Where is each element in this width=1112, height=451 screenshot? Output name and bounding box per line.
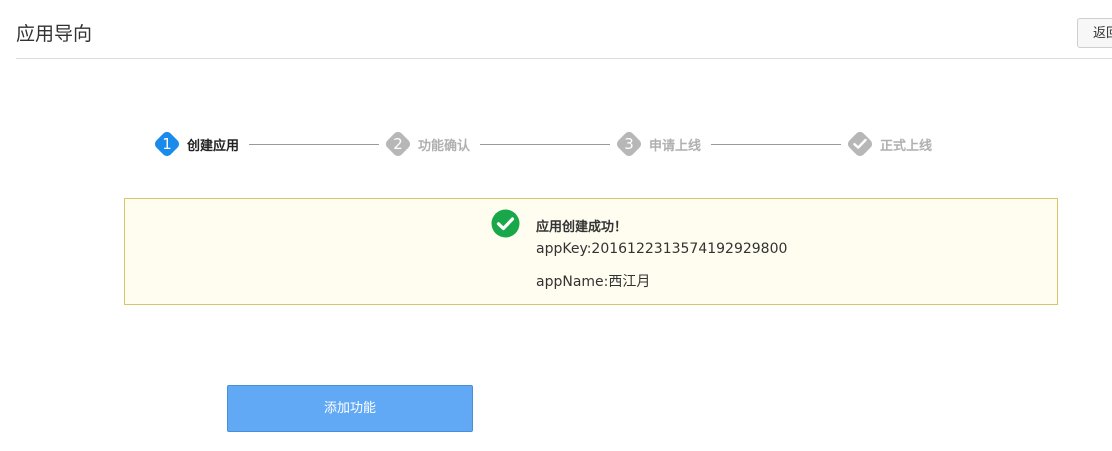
step-number: 1 <box>162 135 172 153</box>
step-number: 2 <box>393 135 403 153</box>
check-circle-icon <box>491 209 520 238</box>
step-label: 功能确认 <box>418 138 471 154</box>
step-label: 正式上线 <box>880 138 933 154</box>
step-badge-2: 2 <box>383 129 413 159</box>
success-title: 应用创建成功！ <box>536 220 628 235</box>
step-create-app: 1 创建应用 <box>152 128 240 160</box>
step-badge-4 <box>845 129 875 159</box>
success-notice: 应用创建成功！ appKey:20161223135741929298​00 a… <box>124 198 1058 305</box>
step-connector <box>480 144 610 145</box>
step-badge-1: 1 <box>152 129 182 159</box>
page-header: 应用导向 返回 <box>16 0 1112 59</box>
check-icon <box>853 138 867 149</box>
step-label: 创建应用 <box>187 138 240 154</box>
step-number: 3 <box>624 135 634 153</box>
page-title: 应用导向 <box>16 23 93 45</box>
step-label: 申请上线 <box>649 138 702 154</box>
app-guide-page: 应用导向 返回 1 创建应用 2 功能确认 3 申请上线 <box>0 0 1112 451</box>
step-apply-launch: 3 申请上线 <box>614 128 702 160</box>
step-confirm-features: 2 功能确认 <box>383 128 471 160</box>
step-badge-3: 3 <box>614 129 644 159</box>
app-name-text: appName:西江月 <box>536 274 651 290</box>
progress-steps: 1 创建应用 2 功能确认 3 申请上线 正式上线 <box>0 128 1112 162</box>
step-connector <box>249 144 379 145</box>
app-key-text: appKey:20161223135741929298​00 <box>536 241 788 257</box>
back-button[interactable]: 返回 <box>1077 18 1112 48</box>
step-connector <box>711 144 841 145</box>
add-feature-button[interactable]: 添加功能 <box>227 385 473 432</box>
step-official-launch: 正式上线 <box>845 128 933 160</box>
